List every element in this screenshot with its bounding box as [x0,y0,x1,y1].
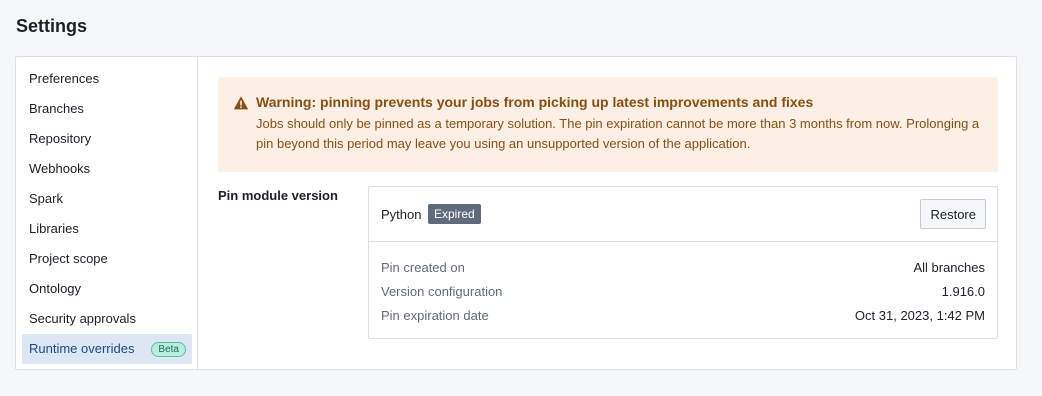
sidebar-item-branches[interactable]: Branches [22,94,192,124]
module-name: Python [381,207,422,222]
sidebar-item-repository[interactable]: Repository [22,124,192,154]
detail-value: Oct 31, 2023, 1:42 PM [854,308,985,323]
sidebar-item-project-scope[interactable]: Project scope [22,244,192,274]
detail-value: 1.916.0 [941,284,985,299]
status-badge: Expired [428,204,481,224]
settings-sidebar: Preferences Branches Repository Webhooks… [16,57,198,369]
sidebar-item-preferences[interactable]: Preferences [22,64,192,94]
warning-callout: Warning: pinning prevents your jobs from… [218,77,998,172]
pin-details: Pin created on All branches Version conf… [369,242,997,328]
detail-row: Pin expiration date Oct 31, 2023, 1:42 P… [369,304,997,328]
warning-body: Jobs should only be pinned as a temporar… [256,116,980,151]
card-header: Python Expired Restore [369,187,997,242]
sidebar-item-label: Security approvals [29,311,136,326]
beta-badge: Beta [151,342,186,357]
warning-title: Warning: pinning prevents your jobs from… [256,94,814,110]
detail-row: Version configuration 1.916.0 [369,280,997,304]
sidebar-item-ontology[interactable]: Ontology [22,274,192,304]
restore-button[interactable]: Restore [920,199,986,229]
settings-content: Warning: pinning prevents your jobs from… [218,77,998,339]
sidebar-item-security-approvals[interactable]: Security approvals [22,304,192,334]
sidebar-item-label: Runtime overrides [29,341,135,356]
sidebar-item-label: Spark [29,191,63,206]
warning-triangle-icon [233,95,249,111]
settings-panel: Preferences Branches Repository Webhooks… [15,56,1017,370]
sidebar-item-label: Branches [29,101,84,116]
sidebar-item-runtime-overrides[interactable]: Runtime overrides Beta [22,334,192,364]
page-title: Settings [16,16,88,36]
sidebar-item-label: Project scope [29,251,108,266]
sidebar-item-label: Preferences [29,71,100,86]
detail-key: Pin created on [381,260,465,275]
sidebar-item-libraries[interactable]: Libraries [22,214,192,244]
sidebar-item-spark[interactable]: Spark [22,184,192,214]
detail-key: Pin expiration date [381,308,489,323]
pin-module-version-label: Pin module version [218,188,338,203]
sidebar-item-label: Ontology [29,281,82,296]
detail-key: Version configuration [381,284,503,299]
sidebar-item-webhooks[interactable]: Webhooks [22,154,192,184]
sidebar-item-label: Repository [29,131,92,146]
sidebar-item-label: Webhooks [29,161,91,176]
pinned-module-card: Python Expired Restore Pin created on Al… [368,186,998,339]
sidebar-item-label: Libraries [29,221,79,236]
detail-value: All branches [913,260,985,275]
detail-row: Pin created on All branches [369,256,997,280]
